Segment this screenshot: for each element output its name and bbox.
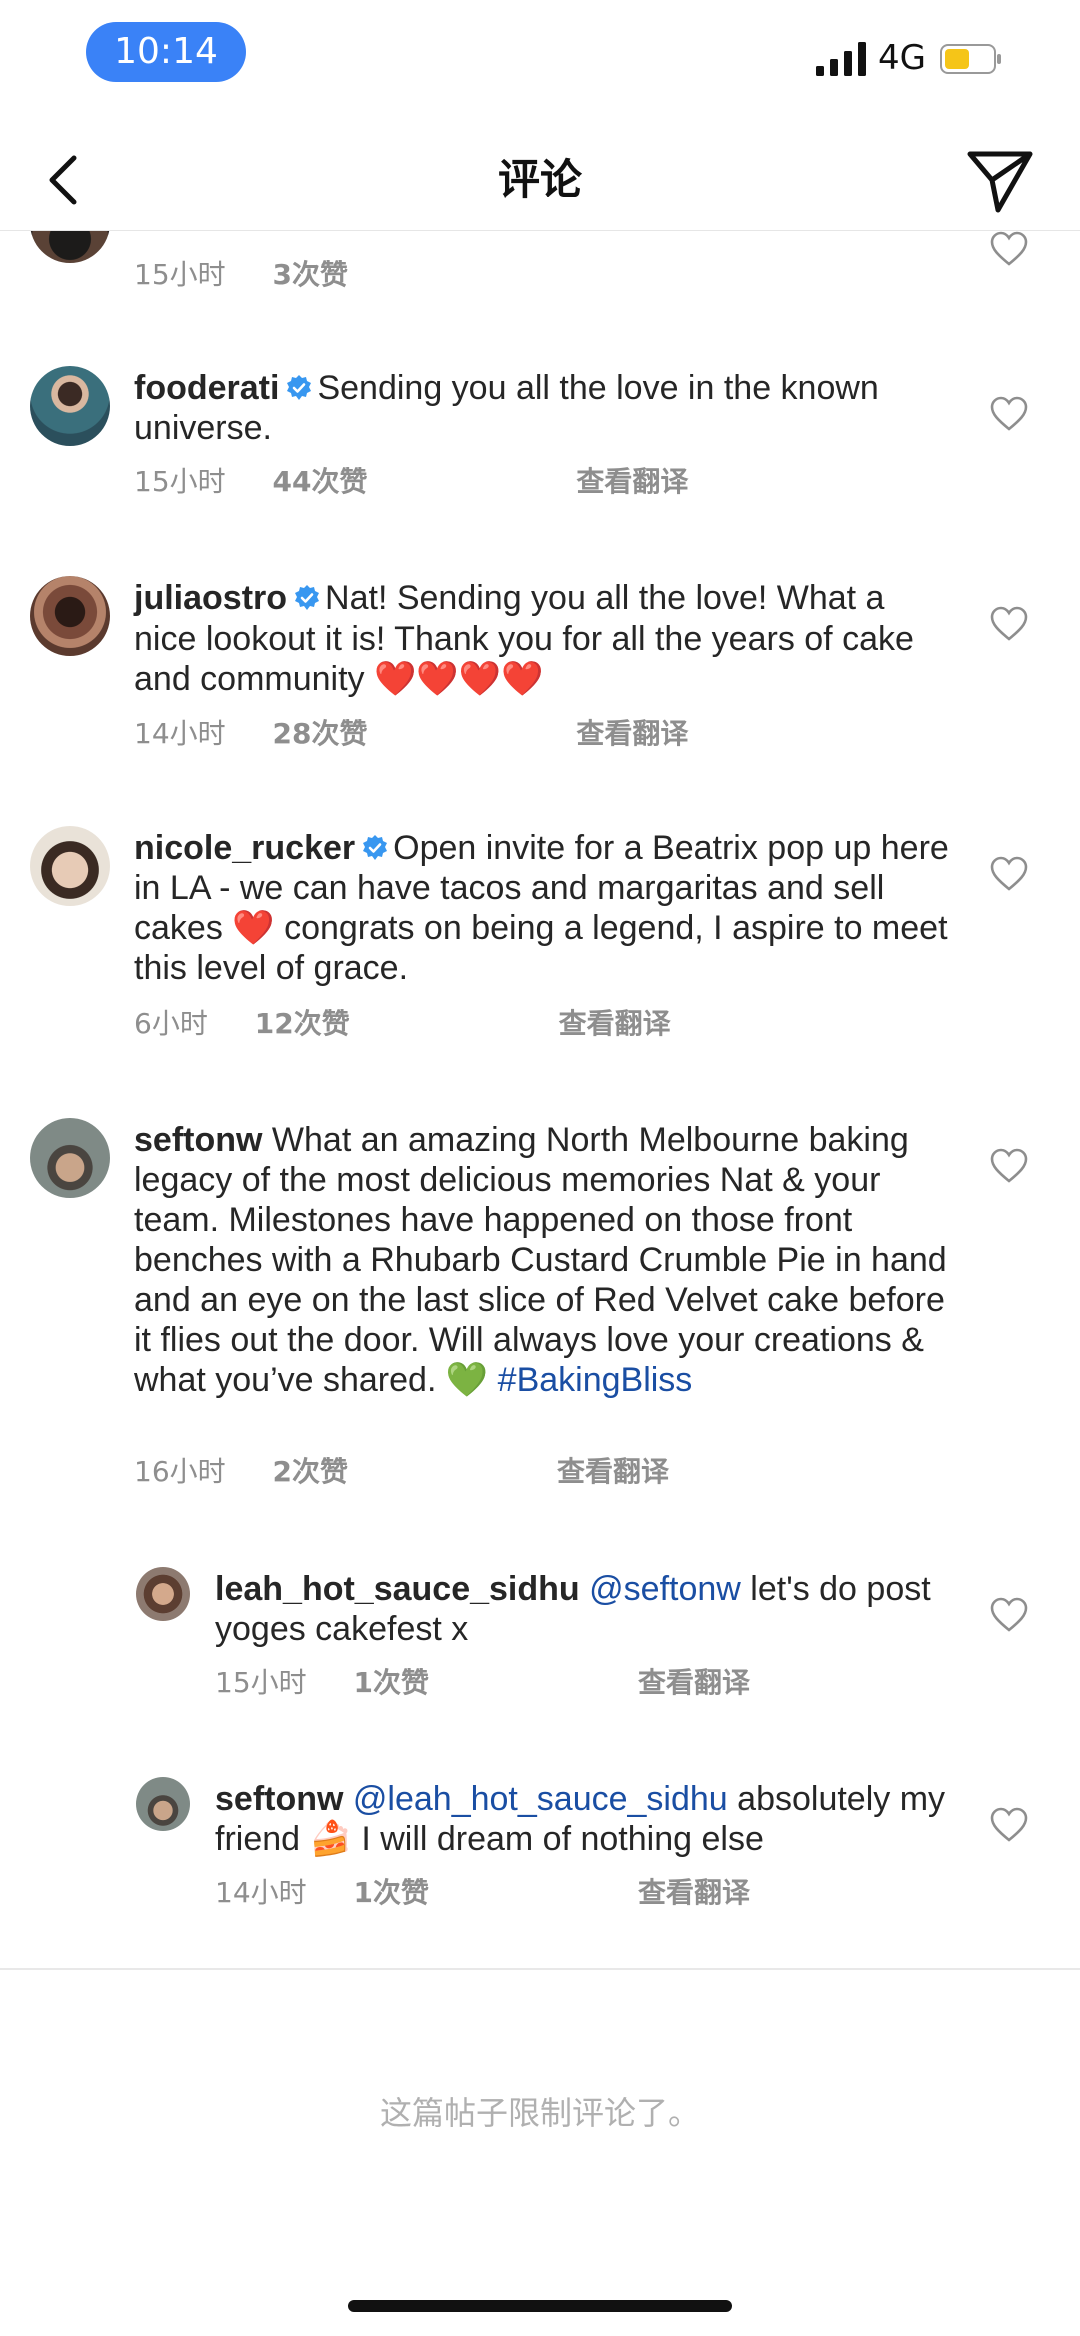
comment-text: juliaostro Nat! Sending you all the love!… bbox=[134, 578, 954, 700]
comment-likes[interactable]: 2次赞 bbox=[273, 1455, 348, 1488]
see-translation-link[interactable]: 查看翻译 bbox=[638, 1666, 750, 1699]
avatar[interactable] bbox=[30, 366, 110, 446]
verified-badge-icon bbox=[287, 375, 312, 400]
comment-likes[interactable]: 1次赞 bbox=[354, 1666, 429, 1699]
comment-likes[interactable]: 28次赞 bbox=[273, 717, 368, 750]
heart-outline-icon[interactable] bbox=[990, 1148, 1028, 1184]
comment-text: fooderati Sending you all the love in the… bbox=[134, 368, 954, 448]
see-translation-link[interactable]: 查看翻译 bbox=[576, 465, 688, 498]
comment-body: What an amazing North Melbourne baking l… bbox=[134, 1121, 947, 1399]
battery-icon bbox=[940, 44, 1001, 74]
red-heart-emoji: ❤️❤️❤️❤️ bbox=[374, 660, 544, 698]
green-heart-emoji: 💚 bbox=[445, 1361, 489, 1399]
comment-likes[interactable]: 44次赞 bbox=[273, 465, 368, 498]
comment-time: 6小时 bbox=[134, 1007, 208, 1040]
comment-meta: 15小时 3次赞 bbox=[134, 257, 348, 293]
avatar[interactable] bbox=[30, 231, 110, 263]
mention-link[interactable]: @leah_hot_sauce_sidhu bbox=[353, 1780, 728, 1818]
comment-text: nicole_rucker Open invite for a Beatrix p… bbox=[134, 828, 954, 988]
comment-time: 14小时 bbox=[134, 717, 226, 750]
avatar[interactable] bbox=[30, 1118, 110, 1198]
comment-text: leah_hot_sauce_sidhu @seftonw let's do p… bbox=[215, 1569, 955, 1649]
see-translation-link[interactable]: 查看翻译 bbox=[559, 1007, 671, 1040]
page-title: 评论 bbox=[497, 156, 582, 203]
comment-meta: 14小时 1次赞 查看翻译 bbox=[215, 1875, 750, 1911]
comment-time: 15小时 bbox=[215, 1666, 307, 1699]
comment-meta: 15小时 1次赞 查看翻译 bbox=[215, 1665, 750, 1701]
comments-restricted-notice: 这篇帖子限制评论了。 bbox=[379, 2094, 700, 2132]
comment-username[interactable]: seftonw bbox=[134, 1121, 262, 1159]
heart-outline-icon[interactable] bbox=[990, 606, 1028, 642]
see-translation-link[interactable]: 查看翻译 bbox=[638, 1876, 750, 1909]
hashtag-link[interactable]: #BakingBliss bbox=[498, 1361, 693, 1399]
comment-time: 14小时 bbox=[215, 1876, 307, 1909]
status-bar: 10:14 4G bbox=[0, 0, 1080, 110]
avatar[interactable] bbox=[30, 576, 110, 656]
cellular-signal-icon bbox=[816, 42, 866, 76]
comment-meta: 14小时 28次赞 查看翻译 bbox=[134, 716, 688, 752]
home-indicator[interactable] bbox=[348, 2300, 732, 2312]
status-time: 10:14 bbox=[86, 22, 246, 82]
heart-outline-icon[interactable] bbox=[990, 1807, 1028, 1843]
see-translation-link[interactable]: 查看翻译 bbox=[557, 1455, 669, 1488]
comment-username[interactable]: fooderati bbox=[134, 369, 279, 407]
comment-time: 15小时 bbox=[134, 258, 226, 291]
comment-time: 15小时 bbox=[134, 465, 226, 498]
comment-username[interactable]: seftonw bbox=[215, 1780, 343, 1818]
avatar[interactable] bbox=[136, 1567, 190, 1621]
comment-username[interactable]: leah_hot_sauce_sidhu bbox=[215, 1570, 580, 1608]
comment-text: seftonw @leah_hot_sauce_sidhu absolutely… bbox=[215, 1779, 955, 1859]
see-translation-link[interactable]: 查看翻译 bbox=[576, 717, 688, 750]
verified-badge-icon bbox=[363, 835, 388, 860]
avatar[interactable] bbox=[30, 826, 110, 906]
comment-text: seftonw What an amazing North Melbourne … bbox=[134, 1120, 954, 1400]
red-heart-emoji: ❤️ bbox=[232, 909, 275, 947]
comment-likes[interactable]: 12次赞 bbox=[255, 1007, 350, 1040]
comments-screen: 10:14 4G 评论 15小时 3次赞 fooderati Sending y… bbox=[0, 0, 1080, 2336]
heart-outline-icon[interactable] bbox=[990, 856, 1028, 892]
mention-link[interactable]: @seftonw bbox=[589, 1570, 741, 1608]
heart-outline-icon[interactable] bbox=[990, 231, 1028, 267]
comment-likes[interactable]: 3次赞 bbox=[273, 258, 348, 291]
network-type: 4G bbox=[878, 38, 926, 78]
heart-outline-icon[interactable] bbox=[990, 1597, 1028, 1633]
comment-likes[interactable]: 1次赞 bbox=[354, 1876, 429, 1909]
verified-badge-icon bbox=[295, 585, 320, 610]
cake-emoji: 🍰 bbox=[309, 1820, 352, 1858]
comment-meta: 16小时 2次赞 查看翻译 bbox=[134, 1454, 669, 1490]
comment-body-continued: I will dream of nothing else bbox=[361, 1820, 764, 1858]
navigation-header: 评论 bbox=[0, 130, 1080, 231]
comment-username[interactable]: nicole_rucker bbox=[134, 829, 355, 867]
comment-time: 16小时 bbox=[134, 1455, 226, 1488]
comment-meta: 15小时 44次赞 查看翻译 bbox=[134, 464, 688, 500]
heart-outline-icon[interactable] bbox=[990, 396, 1028, 432]
footer-divider bbox=[0, 1968, 1080, 1970]
avatar[interactable] bbox=[136, 1777, 190, 1831]
comment-meta: 6小时 12次赞 查看翻译 bbox=[134, 1006, 671, 1042]
paper-plane-icon[interactable] bbox=[962, 142, 1038, 218]
comment-username[interactable]: juliaostro bbox=[134, 579, 287, 617]
comments-list[interactable]: 15小时 3次赞 fooderati Sending you all the lo… bbox=[0, 231, 1080, 1968]
